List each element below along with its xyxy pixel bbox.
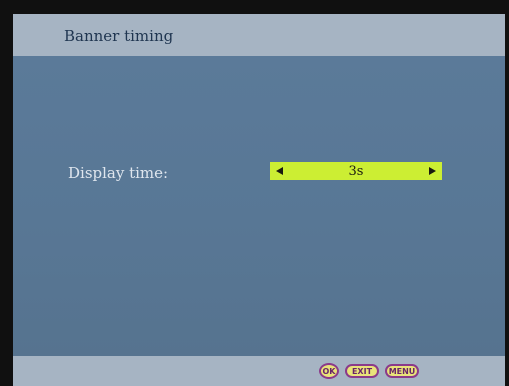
page-title: Banner timing [64,27,174,45]
display-time-value: 3s [348,163,364,179]
tv-screen: Banner timing Display time: 3s OK EXIT M… [13,14,505,386]
menu-button[interactable]: MENU [385,364,419,378]
footer-bar: OK EXIT MENU [13,356,505,386]
right-arrow-icon[interactable] [428,167,436,175]
display-time-label: Display time: [68,164,169,182]
ok-button[interactable]: OK [319,363,339,379]
left-arrow-icon[interactable] [276,167,283,175]
exit-button[interactable]: EXIT [345,364,379,378]
settings-panel: Display time: 3s [13,56,505,356]
display-time-selector[interactable]: 3s [270,162,442,180]
footer-button-group: OK EXIT MENU [319,363,419,379]
title-bar: Banner timing [13,14,505,56]
